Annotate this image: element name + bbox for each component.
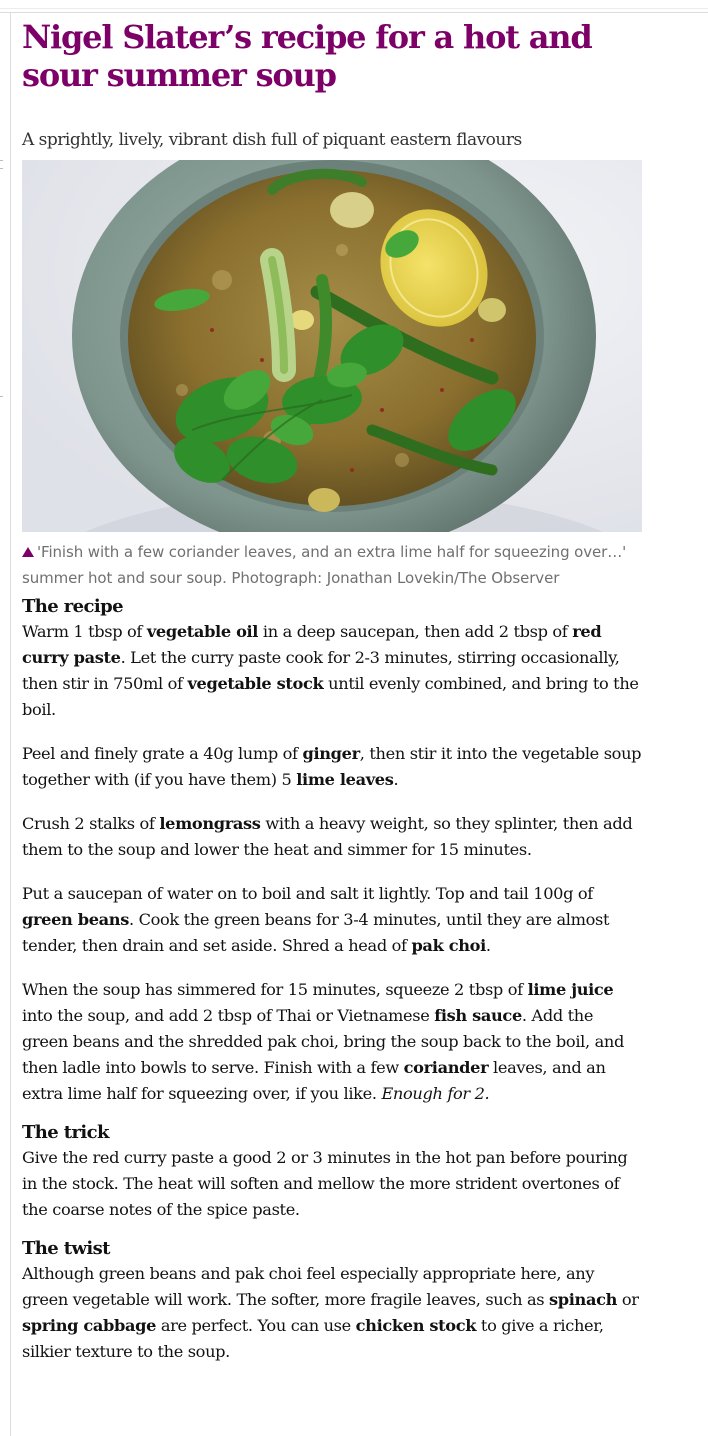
- twist-heading: The twist: [22, 1238, 111, 1259]
- image-caption: 'Finish with a few coriander leaves, and…: [22, 539, 642, 591]
- recipe-paragraph-4: Put a saucepan of water on to boil and s…: [22, 881, 642, 959]
- servings-note: Enough for 2.: [381, 1084, 490, 1103]
- article-headline: Nigel Slater’s recipe for a hot and sour…: [22, 18, 593, 94]
- soup-bowl-photo: [22, 160, 642, 532]
- ingredient: lime leaves: [296, 770, 394, 789]
- recipe-heading: The recipe: [22, 596, 124, 617]
- recipe-paragraph-3: Crush 2 stalks of lemongrass with a heav…: [22, 811, 642, 863]
- ingredient: pak choi: [411, 936, 486, 955]
- text: are perfect. You can use: [156, 1316, 356, 1335]
- text: .: [485, 936, 491, 955]
- left-border: [10, 12, 11, 1436]
- ingredient: lime juice: [527, 980, 614, 999]
- top-border: [0, 0, 708, 13]
- ingredient: green beans: [22, 910, 129, 929]
- text: Put a saucepan of water on to boil and s…: [22, 884, 593, 903]
- ingredient: chicken stock: [355, 1316, 477, 1335]
- text: into the soup, and add 2 tbsp of Thai or…: [22, 1006, 435, 1025]
- recipe-paragraph-5: When the soup has simmered for 15 minute…: [22, 977, 642, 1107]
- ingredient: spring cabbage: [22, 1316, 157, 1335]
- text: in a deep saucepan, then add 2 tbsp of: [258, 622, 573, 641]
- trick-heading: The trick: [22, 1122, 109, 1143]
- ingredient: spinach: [549, 1290, 618, 1309]
- text: Although green beans and pak choi feel e…: [22, 1264, 595, 1309]
- ingredient: lemongrass: [159, 814, 261, 833]
- triangle-up-icon: [22, 547, 34, 557]
- article-standfirst: A sprightly, lively, vibrant dish full o…: [22, 130, 522, 150]
- left-margin-marks: [0, 160, 4, 420]
- article: Nigel Slater’s recipe for a hot and sour…: [22, 18, 642, 1365]
- ingredient: ginger: [302, 744, 361, 763]
- caption-text: 'Finish with a few coriander leaves, and…: [22, 543, 627, 587]
- ingredient: fish sauce: [434, 1006, 522, 1025]
- twist-paragraph: Although green beans and pak choi feel e…: [22, 1261, 642, 1365]
- recipe-paragraph-1: Warm 1 tbsp of vegetable oil in a deep s…: [22, 619, 642, 723]
- recipe-paragraph-2: Peel and finely grate a 40g lump of ging…: [22, 741, 642, 793]
- text: or: [617, 1290, 639, 1309]
- trick-paragraph: Give the red curry paste a good 2 or 3 m…: [22, 1148, 628, 1219]
- text: .: [393, 770, 399, 789]
- ingredient: vegetable stock: [187, 674, 324, 693]
- text: Warm 1 tbsp of: [22, 622, 147, 641]
- text: Crush 2 stalks of: [22, 814, 160, 833]
- ingredient: coriander: [403, 1058, 489, 1077]
- ingredient: vegetable oil: [146, 622, 259, 641]
- hero-image[interactable]: [22, 160, 642, 532]
- text: When the soup has simmered for 15 minute…: [22, 980, 528, 999]
- text: Peel and finely grate a 40g lump of: [22, 744, 303, 763]
